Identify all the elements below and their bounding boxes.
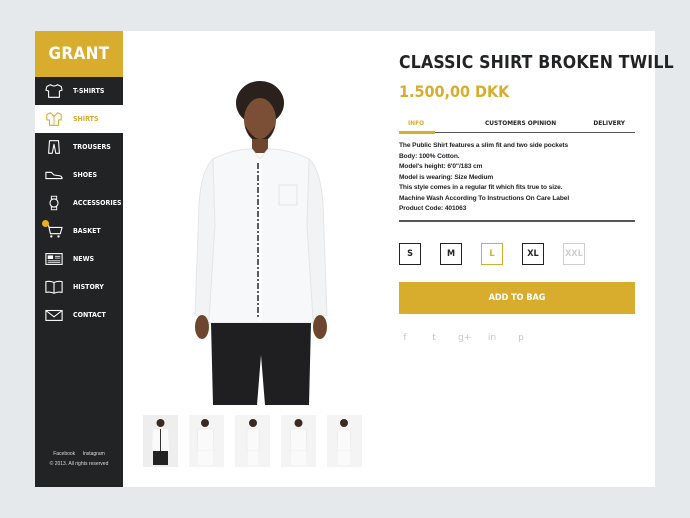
product-tabs: INFO CUSTOMERS OPINION DELIVERY (399, 113, 635, 134)
description-line: The Public Shirt features a slim fit and… (399, 142, 569, 149)
sidebar-item-basket[interactable]: BASKET (35, 217, 123, 245)
size-option-xl[interactable]: XL (522, 242, 544, 265)
tab-delivery[interactable]: DELIVERY (593, 119, 625, 127)
active-tab-indicator (399, 131, 435, 134)
description-line: Product Code: 401063 (399, 205, 467, 212)
sidebar-item-news[interactable]: NEWS (35, 245, 123, 273)
size-option-s[interactable]: S (399, 242, 421, 265)
twitter-icon[interactable]: t (429, 333, 439, 343)
cart-icon (42, 220, 64, 240)
news-icon (44, 250, 64, 268)
description-line: Body: 100% Cotton. (399, 152, 460, 160)
sidebar-item-label: HISTORY (73, 283, 104, 291)
envelope-icon (44, 306, 64, 324)
facebook-link[interactable]: Facebook (53, 451, 75, 457)
tab-info[interactable]: INFO (408, 119, 424, 127)
sidebar-item-accessories[interactable]: ACCESSORIES (35, 189, 123, 217)
sidebar-item-label: TROUSERS (73, 143, 111, 151)
product-info: CLASSIC SHIRT BROKEN TWILL 1.500,00 DKK … (399, 53, 674, 343)
sidebar-item-label: ACCESSORIES (73, 199, 122, 207)
add-to-bag-button[interactable]: ADD TO BAG (399, 281, 635, 314)
sidebar-item-contact[interactable]: CONTACT (35, 301, 123, 329)
sidebar-item-shirts[interactable]: SHIRTS (35, 105, 123, 133)
tshirt-icon (44, 82, 64, 100)
product-main-image[interactable] (143, 55, 379, 405)
sidebar-nav: T-SHIRTS SHIRTS TROUSERS SHOES ACCESSORI… (35, 77, 123, 329)
description-line: Model's height: 6'0"/183 cm (399, 163, 483, 170)
brand-logo[interactable]: GRANT (35, 31, 123, 77)
description-line: Model is wearing: Size Medium (399, 173, 494, 181)
product-thumbnail[interactable] (189, 415, 224, 467)
size-selector: S M L XL XXL (399, 242, 635, 265)
product-card: GRANT T-SHIRTS SHIRTS TROUSERS SHOES ACC… (35, 31, 674, 487)
description-line: This style comes in a regular fit which … (399, 184, 563, 191)
brand-logo-text: GRANT (48, 44, 110, 64)
copyright-text: © 2013. All rights reserved (49, 461, 109, 467)
pinterest-icon[interactable]: p (516, 333, 526, 343)
size-option-l[interactable]: L (481, 242, 503, 265)
product-thumbnail[interactable] (143, 415, 178, 467)
watch-icon (44, 194, 64, 212)
sidebar-item-label: CONTACT (73, 311, 106, 319)
shirt-icon (44, 110, 64, 128)
product-price: 1.500,00 DKK (399, 82, 510, 101)
instagram-link[interactable]: Instagram (83, 451, 105, 457)
product-description: The Public Shirt features a slim fit and… (399, 141, 635, 215)
product-thumbnail[interactable] (281, 415, 316, 467)
sidebar-item-label: NEWS (73, 255, 95, 263)
trousers-icon (44, 138, 64, 156)
sidebar-item-history[interactable]: HISTORY (35, 273, 123, 301)
sidebar-item-trousers[interactable]: TROUSERS (35, 133, 123, 161)
size-option-xxl: XXL (563, 242, 585, 265)
sidebar-item-label: BASKET (73, 227, 101, 235)
shoe-icon (44, 166, 64, 184)
thumbnail-strip (143, 415, 362, 467)
sidebar-item-label: SHIRTS (73, 115, 99, 123)
description-divider (399, 219, 635, 222)
description-line: Machine Wash According To Instructions O… (399, 194, 570, 202)
facebook-icon[interactable]: f (400, 333, 410, 343)
sidebar: GRANT T-SHIRTS SHIRTS TROUSERS SHOES ACC… (35, 31, 123, 487)
sidebar-item-label: T-SHIRTS (73, 87, 105, 95)
linkedin-icon[interactable]: in (487, 333, 497, 343)
size-option-m[interactable]: M (440, 242, 462, 265)
sidebar-item-tshirts[interactable]: T-SHIRTS (35, 77, 123, 105)
product-thumbnail[interactable] (327, 415, 362, 467)
sidebar-item-shoes[interactable]: SHOES (35, 161, 123, 189)
basket-notification-dot (42, 220, 49, 227)
google-plus-icon[interactable]: g+ (458, 333, 471, 343)
tab-customers-opinion[interactable]: CUSTOMERS OPINION (485, 119, 556, 127)
book-icon (44, 278, 64, 296)
product-thumbnail[interactable] (235, 415, 270, 467)
social-share: f t g+ in p (399, 333, 635, 343)
sidebar-footer: Facebook Instagram © 2013. All rights re… (35, 449, 123, 469)
sidebar-item-label: SHOES (73, 171, 97, 179)
product-title: CLASSIC SHIRT BROKEN TWILL (399, 53, 674, 73)
